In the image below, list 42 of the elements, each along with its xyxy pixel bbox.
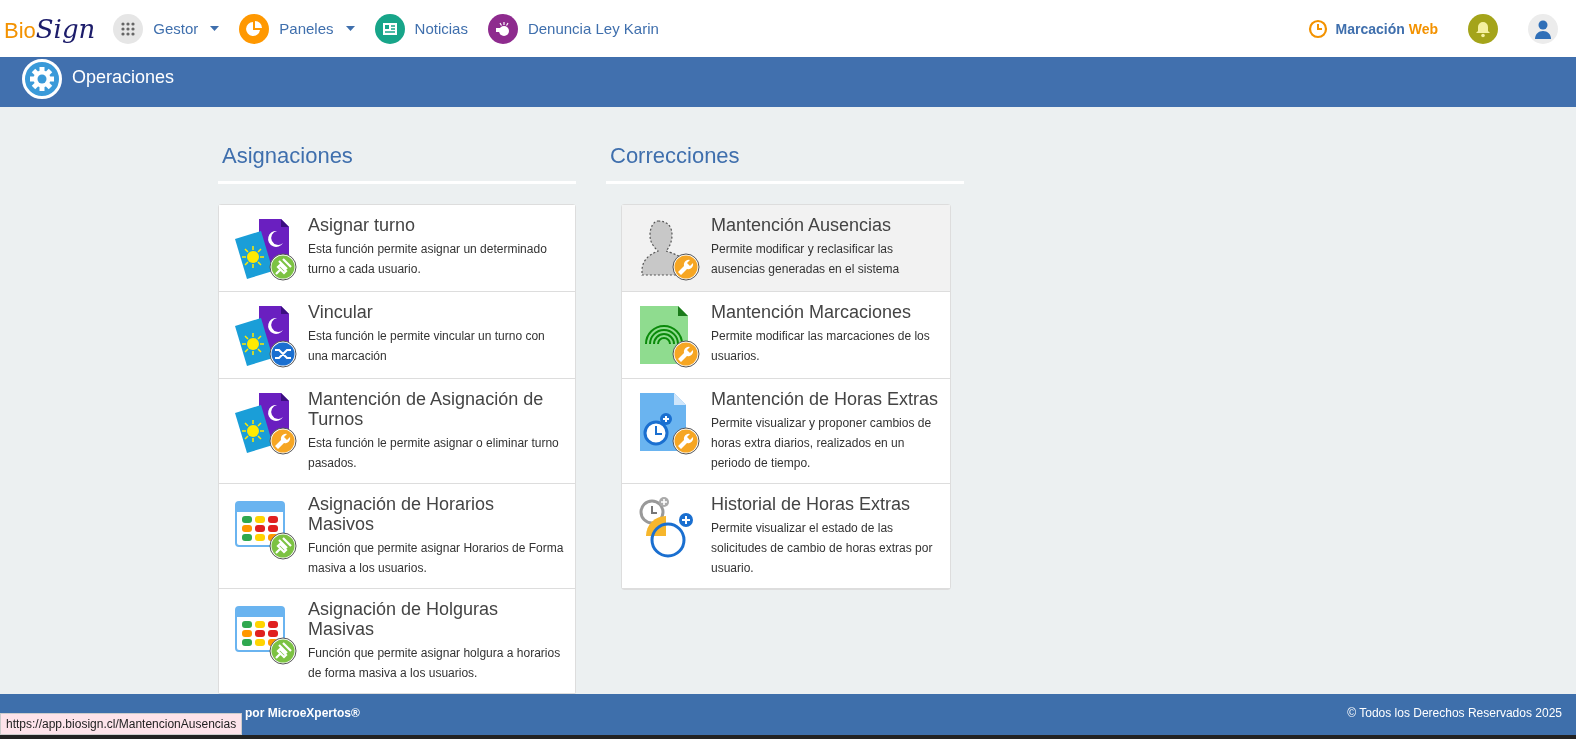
calendar-cards-icon: [233, 391, 297, 455]
column-heading: Asignaciones: [218, 143, 576, 184]
calendar-cards-icon: [233, 217, 297, 281]
item-description: Permite visualizar y proponer cambios de horas extra diarios, realizados en un periodo de tiempo.: [711, 415, 933, 472]
notification-bell-icon[interactable]: [1468, 13, 1498, 44]
user-avatar-icon[interactable]: [1528, 13, 1558, 44]
item-description: Esta función permite asignar un determinado turno a cada usuario.: [308, 241, 548, 278]
biosign-logo[interactable]: BioSign: [4, 13, 96, 44]
item-description: Permite modificar y reclasificar las ausencias generadas en el sistema: [711, 241, 901, 278]
calendar-cards-icon: [233, 304, 297, 368]
whistle-icon[interactable]: [487, 13, 518, 44]
item-title: Mantención Marcaciones: [711, 302, 913, 322]
link-url-tooltip: https://app.biosign.cl/MantencionAusencias: [0, 713, 243, 735]
web-clock-in-link[interactable]: Marcación Web: [1335, 20, 1438, 37]
item-description: Esta función le permite asignar o eliminar turno pasados.: [308, 435, 560, 472]
caret-icon[interactable]: [345, 26, 355, 31]
caret-icon[interactable]: [210, 26, 220, 31]
nav-link[interactable]: Noticias: [414, 20, 468, 37]
section-title: Operaciones: [72, 67, 175, 88]
item-description: Esta función le permite vincular un turno con una marcación: [308, 328, 546, 365]
nav-link[interactable]: Gestor: [153, 20, 199, 37]
column-heading: Correcciones: [606, 143, 964, 184]
menu-item[interactable]: Mantención Ausencias Permite modificar y reclasificar las ausencias generadas en el sistema: [622, 205, 950, 292]
item-title: Mantención Ausencias: [711, 215, 893, 235]
item-title: Historial de Horas Extras: [711, 494, 912, 514]
apps-icon[interactable]: [113, 13, 144, 44]
item-description: Permite modificar las marcaciones de los usuarios.: [711, 328, 931, 365]
item-title: Vincular: [308, 302, 374, 322]
item-title: Asignar turno: [308, 215, 417, 235]
item-title: Mantención de Asignación de Turnos: [308, 389, 545, 429]
newspaper-icon[interactable]: [374, 13, 405, 44]
item-title: Mantención de Horas Extras: [711, 389, 940, 409]
item-description: Permite visualizar el estado de las solicitudes de cambio de horas extras por usuario.: [711, 520, 934, 577]
item-title: Asignación de Holguras Masivas: [308, 599, 500, 639]
item-title: Asignación de Horarios Masivos: [308, 494, 496, 534]
item-description: Función que permite asignar Horarios de Forma masiva a los usuarios.: [308, 540, 565, 577]
item-description: Función que permite asignar holgura a horarios de forma masiva a los usuarios.: [308, 645, 562, 682]
copyright-text: © Todos los Derechos Reservados 2025: [1347, 705, 1562, 720]
menu-item[interactable]: Asignar turno Esta función permite asignar un determinado turno a cada usuario.: [219, 205, 575, 292]
nav-link[interactable]: Denuncia Ley Karin: [527, 20, 659, 37]
nav-link[interactable]: Paneles: [279, 20, 334, 37]
footer-credit: por MicroeXpertos®: [245, 705, 360, 720]
